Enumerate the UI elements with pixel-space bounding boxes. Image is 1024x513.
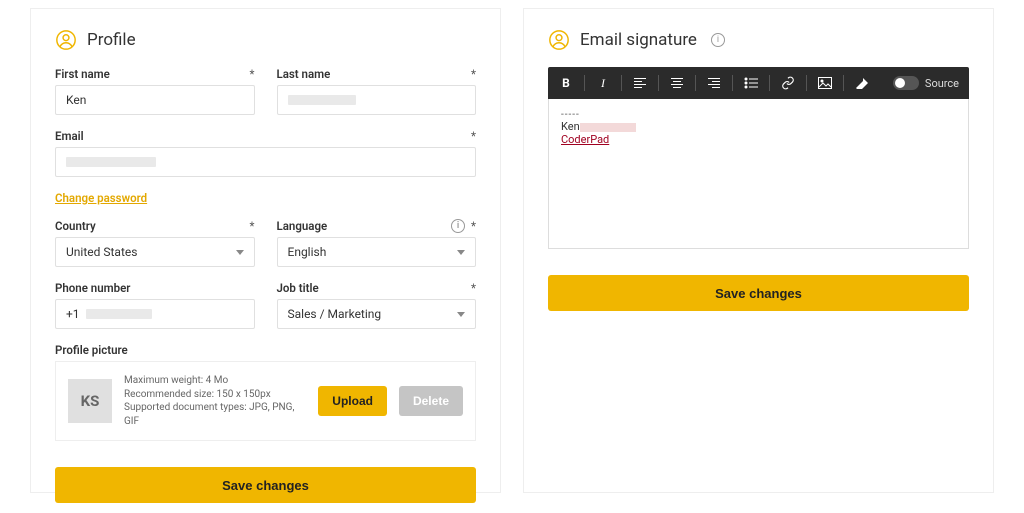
editor-toolbar: B I <box>548 67 969 99</box>
separator <box>806 75 807 91</box>
profile-header: Profile <box>55 29 476 51</box>
email-input[interactable] <box>55 147 476 177</box>
change-password-link[interactable]: Change password <box>55 191 476 205</box>
separator <box>621 75 622 91</box>
profile-picture-section: Profile picture KS Maximum weight: 4 Mo … <box>55 343 476 441</box>
language-select[interactable]: English <box>277 237 477 267</box>
profile-title: Profile <box>87 30 136 50</box>
separator <box>695 75 696 91</box>
signature-editor: B I <box>548 67 969 249</box>
required-marker: * <box>471 129 476 143</box>
signature-title: Email signature <box>580 30 697 50</box>
separator <box>584 75 585 91</box>
align-right-button[interactable] <box>702 71 726 95</box>
link-button[interactable] <box>776 71 800 95</box>
toggle-switch-icon <box>893 76 919 90</box>
jobtitle-field: Job title * Sales / Marketing <box>277 281 477 329</box>
required-marker: * <box>250 67 255 81</box>
required-marker: * <box>471 67 476 81</box>
profile-save-row: Save changes <box>55 467 476 503</box>
email-field: Email * <box>55 129 476 177</box>
source-toggle[interactable]: Source <box>889 76 963 90</box>
signature-save-button[interactable]: Save changes <box>548 275 969 311</box>
profile-picture-label: Profile picture <box>55 343 128 357</box>
separator <box>732 75 733 91</box>
phone-input[interactable]: +1 <box>55 299 255 329</box>
country-select[interactable]: United States <box>55 237 255 267</box>
signature-card: Email signature i B I <box>523 8 994 493</box>
info-icon[interactable]: i <box>451 219 465 233</box>
first-name-label: First name <box>55 67 110 81</box>
first-name-field: First name * Ken <box>55 67 255 115</box>
required-marker: * <box>250 219 255 233</box>
country-field: Country * United States <box>55 219 255 267</box>
email-label: Email <box>55 129 84 143</box>
first-name-input[interactable]: Ken <box>55 85 255 115</box>
bullet-list-button[interactable] <box>739 71 763 95</box>
language-field: Language i * English <box>277 219 477 267</box>
profile-save-button[interactable]: Save changes <box>55 467 476 503</box>
editor-body[interactable]: ----- Ken CoderPad <box>548 99 969 249</box>
phone-label: Phone number <box>55 281 130 295</box>
signature-company-link[interactable]: CoderPad <box>561 133 609 146</box>
separator <box>769 75 770 91</box>
align-left-button[interactable] <box>628 71 652 95</box>
last-name-input[interactable] <box>277 85 477 115</box>
last-name-field: Last name * <box>277 67 477 115</box>
eraser-button[interactable] <box>850 71 874 95</box>
country-label: Country <box>55 219 96 233</box>
picture-meta: Maximum weight: 4 Mo Recommended size: 1… <box>124 374 306 428</box>
last-name-redacted <box>288 95 356 105</box>
image-button[interactable] <box>813 71 837 95</box>
person-icon <box>548 29 570 51</box>
person-icon <box>55 29 77 51</box>
chevron-down-icon <box>457 312 465 317</box>
profile-picture-box: KS Maximum weight: 4 Mo Recommended size… <box>55 361 476 441</box>
signature-divider: ----- <box>561 109 956 120</box>
last-name-label: Last name <box>277 67 331 81</box>
separator <box>658 75 659 91</box>
delete-button[interactable]: Delete <box>399 386 463 416</box>
profile-form: First name * Ken Last name * Email * <box>55 67 476 503</box>
info-icon[interactable]: i <box>711 33 725 47</box>
italic-button[interactable]: I <box>591 71 615 95</box>
change-password-row: Change password <box>55 191 476 205</box>
phone-redacted <box>86 309 152 319</box>
phone-field: Phone number +1 <box>55 281 255 329</box>
required-marker: * <box>471 219 476 233</box>
align-center-button[interactable] <box>665 71 689 95</box>
upload-button[interactable]: Upload <box>318 386 387 416</box>
language-label: Language <box>277 219 328 233</box>
chevron-down-icon <box>457 250 465 255</box>
jobtitle-select[interactable]: Sales / Marketing <box>277 299 477 329</box>
required-marker: * <box>471 281 476 295</box>
chevron-down-icon <box>236 250 244 255</box>
separator <box>843 75 844 91</box>
bold-button[interactable]: B <box>554 71 578 95</box>
signature-header: Email signature i <box>548 29 969 51</box>
signature-save-row: Save changes <box>548 275 969 311</box>
signature-redacted <box>580 123 636 132</box>
signature-name-line: Ken <box>561 120 956 133</box>
email-redacted <box>66 157 156 167</box>
profile-card: Profile First name * Ken Last name * Ema… <box>30 8 501 493</box>
avatar: KS <box>68 379 112 423</box>
jobtitle-label: Job title <box>277 281 319 295</box>
